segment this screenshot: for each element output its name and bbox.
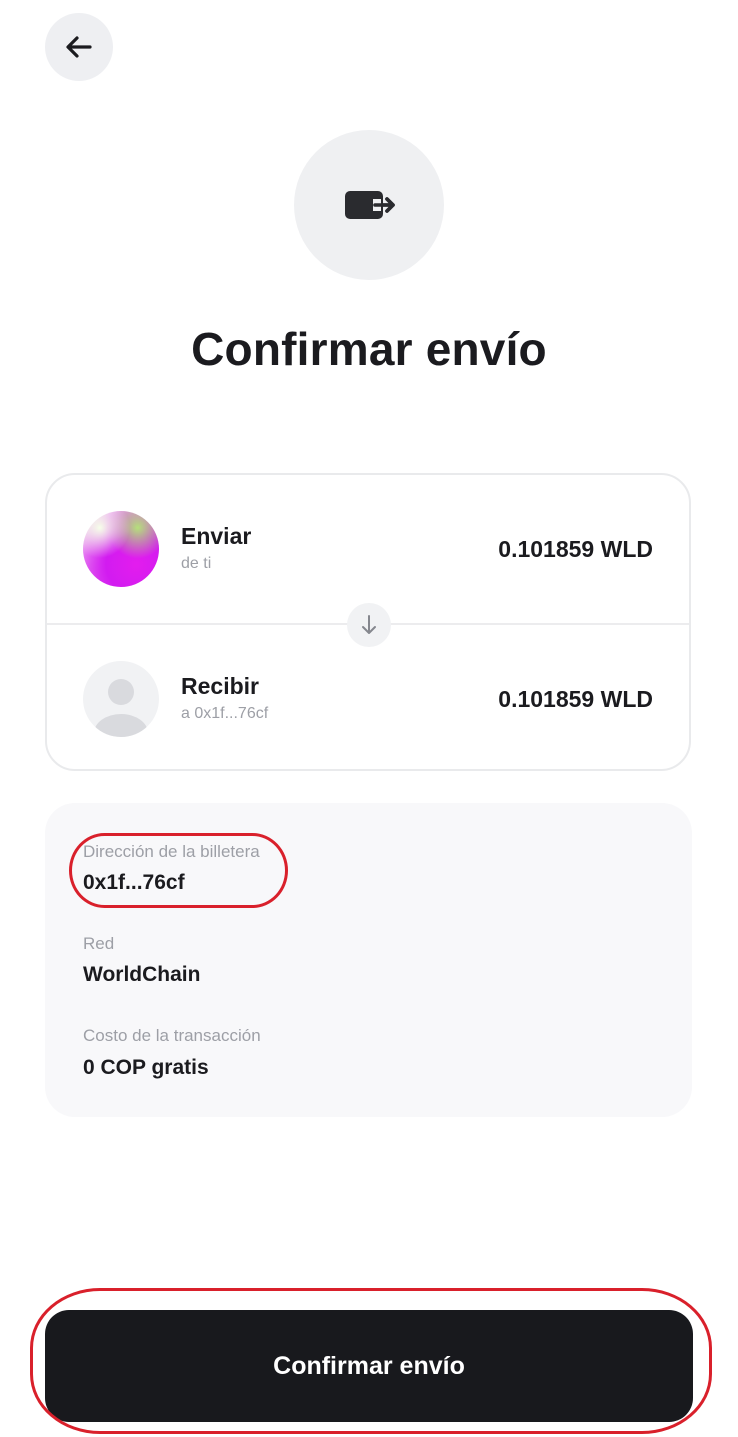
- transaction-cost-label: Costo de la transacción: [83, 1026, 261, 1045]
- transaction-cost-value: 0 COP gratis: [83, 1056, 209, 1079]
- send-sub: de ti: [181, 555, 212, 572]
- confirm-button-highlight: [30, 1288, 712, 1434]
- transfer-card: Enviar de ti 0.101859 WLD Recibir a 0x1f…: [45, 473, 691, 771]
- wallet-address-highlight: [69, 833, 288, 908]
- back-button[interactable]: [45, 13, 113, 81]
- user-placeholder-icon: [83, 661, 159, 737]
- network-value: WorldChain: [83, 963, 201, 986]
- send-amount: 0.101859 WLD: [498, 536, 653, 562]
- sender-avatar: [83, 511, 159, 587]
- wallet-send-icon: [345, 191, 395, 219]
- network-label: Red: [83, 934, 115, 953]
- hero-icon-circle: [294, 130, 444, 280]
- receive-sub: a 0x1f...76cf: [181, 705, 269, 722]
- send-row: Enviar de ti 0.101859 WLD: [47, 475, 689, 623]
- receive-amount: 0.101859 WLD: [498, 686, 653, 712]
- receive-label: Recibir: [181, 673, 259, 699]
- send-label: Enviar: [181, 523, 252, 549]
- receive-row: Recibir a 0x1f...76cf 0.101859 WLD: [47, 625, 689, 773]
- arrow-left-icon: [66, 36, 92, 58]
- page-title: Confirmar envío: [191, 323, 547, 375]
